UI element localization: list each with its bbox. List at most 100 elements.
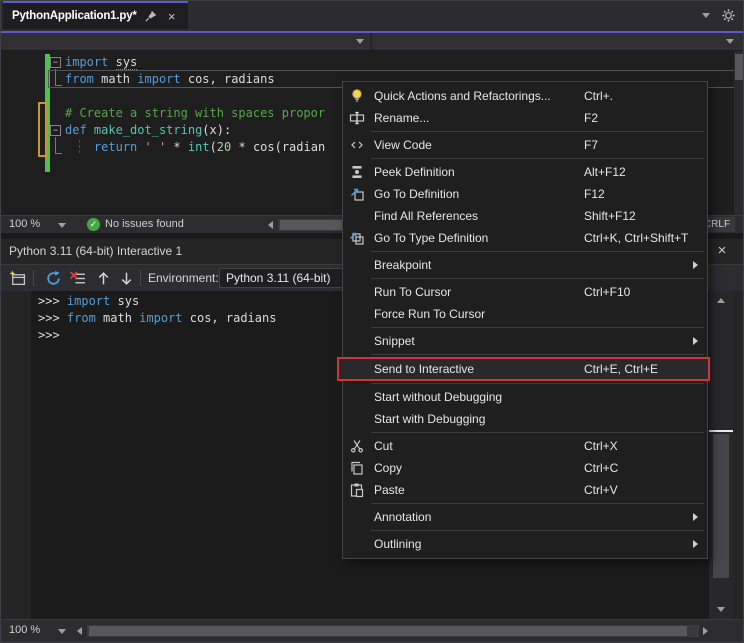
collapse-toggle-icon[interactable]: − <box>50 57 61 68</box>
console-line: >>> from math import cos, radians <box>38 310 276 327</box>
options-gear-icon[interactable] <box>721 8 736 23</box>
menu-item-paste[interactable]: Paste Ctrl+V <box>343 479 707 501</box>
menu-item-label: Find All References <box>374 209 478 223</box>
nav-types-dropdown[interactable] <box>1 33 372 50</box>
menu-item-label: Quick Actions and Refactorings... <box>374 89 551 103</box>
document-list-dropdown-icon[interactable] <box>702 13 710 18</box>
submenu-arrow-icon <box>693 261 698 269</box>
menu-item-shortcut: Ctrl+X <box>584 435 618 457</box>
menu-separator <box>371 158 704 159</box>
scroll-down-icon[interactable] <box>717 607 725 612</box>
menu-separator <box>371 432 704 433</box>
close-pane-icon[interactable]: × <box>713 242 731 260</box>
scroll-left-icon[interactable] <box>77 627 82 635</box>
zoom-dropdown-icon[interactable] <box>58 629 66 634</box>
environment-label: Environment: <box>148 271 219 285</box>
context-menu: Quick Actions and Refactorings...Ctrl+.R… <box>342 81 708 559</box>
menu-item-shortcut: Ctrl+E, Ctrl+E <box>584 359 658 379</box>
menu-item-send-to-interactive[interactable]: Send to InteractiveCtrl+E, Ctrl+E <box>337 357 710 381</box>
menu-item-label: Go To Type Definition <box>374 231 488 245</box>
menu-item-cut[interactable]: Cut Ctrl+X <box>343 435 707 457</box>
interactive-window-title: Python 3.11 (64-bit) Interactive 1 <box>9 244 182 258</box>
console-lines: >>> import sys>>> from math import cos, … <box>38 293 276 344</box>
interactive-vscrollbar-thumb[interactable] <box>713 434 729 578</box>
menu-item-rename[interactable]: Rename...F2 <box>343 107 707 129</box>
menu-separator <box>371 354 704 355</box>
submenu-arrow-icon <box>693 337 698 345</box>
document-tab[interactable]: PythonApplication1.py* × <box>3 1 188 29</box>
interactive-hscrollbar-thumb[interactable] <box>89 626 687 636</box>
unsaved-change-indicator <box>38 102 47 157</box>
nav-members-dropdown[interactable] <box>374 33 743 50</box>
document-tab-title: PythonApplication1.py* <box>12 10 137 22</box>
menu-item-label: Copy <box>374 461 402 475</box>
menu-item-run-to-cursor[interactable]: Run To CursorCtrl+F10 <box>343 281 707 303</box>
zoom-dropdown-icon[interactable] <box>58 223 66 228</box>
menu-item-label: Force Run To Cursor <box>374 307 485 321</box>
interactive-hscrollbar[interactable] <box>87 625 699 637</box>
navigation-bar <box>1 33 743 51</box>
go-to-type-definition-icon <box>349 230 365 246</box>
menu-item-quick-actions-and-refactorings[interactable]: Quick Actions and Refactorings... Ctrl+. <box>343 85 707 107</box>
menu-item-shortcut: Ctrl+C <box>584 457 618 479</box>
menu-item-label: Start without Debugging <box>374 390 502 404</box>
menu-item-label: Run To Cursor <box>374 285 451 299</box>
scroll-left-icon[interactable] <box>268 221 273 229</box>
interactive-zoom-level[interactable]: 100 % <box>9 624 40 636</box>
menu-separator <box>371 503 704 504</box>
cut-icon <box>349 438 365 454</box>
new-interactive-window-icon[interactable] <box>9 270 26 287</box>
no-issues-icon[interactable]: ✓ <box>87 218 100 231</box>
menu-item-snippet[interactable]: Snippet <box>343 330 707 352</box>
console-line: >>> <box>38 327 276 344</box>
scroll-up-icon[interactable] <box>717 298 725 303</box>
menu-item-shortcut: Shift+F12 <box>584 205 636 227</box>
menu-item-force-run-to-cursor[interactable]: Force Run To Cursor <box>343 303 707 325</box>
menu-separator <box>371 251 704 252</box>
editor-vscrollbar-thumb[interactable] <box>735 54 743 80</box>
menu-item-shortcut: Alt+F12 <box>584 161 626 183</box>
menu-item-outlining[interactable]: Outlining <box>343 533 707 555</box>
menu-separator <box>371 530 704 531</box>
menu-item-view-code[interactable]: View CodeF7 <box>343 134 707 156</box>
menu-item-copy[interactable]: Copy Ctrl+C <box>343 457 707 479</box>
menu-item-go-to-definition[interactable]: Go To DefinitionF12 <box>343 183 707 205</box>
lightbulb-icon <box>349 88 365 104</box>
menu-item-shortcut: F12 <box>584 183 605 205</box>
history-previous-icon[interactable] <box>95 270 112 287</box>
submenu-arrow-icon <box>693 513 698 521</box>
menu-item-shortcut: Ctrl+V <box>584 479 618 501</box>
go-to-definition-icon <box>349 186 365 202</box>
menu-item-find-all-references[interactable]: Find All References Shift+F12 <box>343 205 707 227</box>
menu-item-label: Cut <box>374 439 393 453</box>
interactive-vscrollbar[interactable] <box>709 291 733 619</box>
peek-definition-icon <box>349 164 365 180</box>
pin-icon[interactable] <box>144 9 158 23</box>
toolbar-separator <box>140 270 141 286</box>
menu-item-start-without-debugging[interactable]: Start without Debugging <box>343 386 707 408</box>
menu-item-peek-definition[interactable]: Peek DefinitionAlt+F12 <box>343 161 707 183</box>
menu-item-start-with-debugging[interactable]: Start with Debugging <box>343 408 707 430</box>
menu-item-shortcut: Ctrl+. <box>584 85 613 107</box>
code-line: from math import cos, radians <box>65 71 325 88</box>
document-tab-strip: PythonApplication1.py* × <box>1 1 743 31</box>
toolbar-separator <box>33 270 34 286</box>
chevron-down-icon <box>726 39 734 44</box>
close-tab-icon[interactable]: × <box>165 9 179 23</box>
editor-vscrollbar[interactable] <box>734 51 744 215</box>
collapse-toggle-icon[interactable]: − <box>50 125 61 136</box>
menu-item-shortcut: F7 <box>584 134 598 156</box>
menu-item-label: Start with Debugging <box>374 412 485 426</box>
menu-item-annotation[interactable]: Annotation <box>343 506 707 528</box>
scroll-right-icon[interactable] <box>703 627 708 635</box>
environment-dropdown[interactable]: Python 3.11 (64-bit) <box>219 268 359 288</box>
menu-separator <box>371 278 704 279</box>
reset-icon[interactable] <box>45 270 62 287</box>
vs-window: PythonApplication1.py* × − − import sysf… <box>0 0 744 643</box>
menu-item-breakpoint[interactable]: Breakpoint <box>343 254 707 276</box>
menu-item-label: Paste <box>374 483 405 497</box>
editor-zoom-level[interactable]: 100 % <box>9 218 40 230</box>
menu-item-go-to-type-definition[interactable]: Go To Type DefinitionCtrl+K, Ctrl+Shift+… <box>343 227 707 249</box>
clear-screen-icon[interactable] <box>69 270 86 287</box>
history-next-icon[interactable] <box>118 270 135 287</box>
